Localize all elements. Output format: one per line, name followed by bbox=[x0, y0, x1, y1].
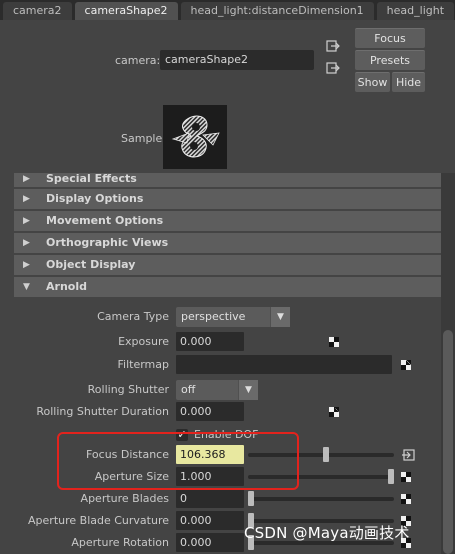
expand-arrow-icon: ▶ bbox=[23, 238, 30, 248]
collapse-arrow-icon: ▼ bbox=[23, 282, 30, 292]
camera-type-dropdown[interactable]: perspective ▼ bbox=[176, 307, 290, 327]
section-movement-options[interactable]: ▶ Movement Options bbox=[14, 211, 441, 231]
tab-camerashape2[interactable]: cameraShape2 bbox=[74, 2, 178, 20]
sample-swatch bbox=[163, 105, 227, 169]
show-button[interactable]: Show bbox=[355, 72, 390, 92]
section-arnold[interactable]: ▼ Arnold bbox=[14, 277, 441, 297]
checker-map-icon[interactable] bbox=[329, 337, 339, 347]
checker-map-icon[interactable] bbox=[401, 360, 411, 370]
filtermap-field[interactable] bbox=[176, 355, 392, 374]
highlight-annotation-box bbox=[57, 432, 299, 490]
sample-label: Sample bbox=[121, 132, 163, 145]
rolling-shutter-duration-field[interactable]: 0.000 bbox=[176, 402, 244, 421]
input-connection-icon[interactable] bbox=[401, 449, 415, 461]
exposure-label: Exposure bbox=[118, 335, 169, 348]
section-display-options[interactable]: ▶ Display Options bbox=[14, 189, 441, 209]
section-title: Display Options bbox=[46, 192, 144, 205]
exposure-field[interactable]: 0.000 bbox=[176, 332, 244, 351]
section-title: Movement Options bbox=[46, 214, 164, 227]
expand-arrow-icon: ▶ bbox=[23, 174, 30, 184]
checker-map-icon[interactable] bbox=[401, 494, 411, 504]
aperture-blade-curvature-label: Aperture Blade Curvature bbox=[28, 514, 169, 527]
rolling-shutter-value: off bbox=[181, 383, 196, 396]
section-title: Arnold bbox=[46, 280, 87, 293]
row-aperture-blades: Aperture Blades 0 bbox=[14, 489, 441, 509]
row-rolling-shutter: Rolling Shutter off ▼ bbox=[14, 380, 441, 400]
camera-type-value: perspective bbox=[181, 310, 246, 323]
aperture-blades-field[interactable]: 0 bbox=[176, 489, 244, 508]
dropdown-arrow-icon: ▼ bbox=[238, 380, 258, 400]
sample-render-image bbox=[171, 115, 220, 158]
camera-type-label: Camera Type bbox=[97, 310, 169, 323]
rolling-shutter-duration-label: Rolling Shutter Duration bbox=[36, 405, 169, 418]
scrollbar-thumb[interactable] bbox=[443, 330, 453, 554]
section-title: Special Effects bbox=[46, 173, 137, 185]
section-object-display[interactable]: ▶ Object Display bbox=[14, 255, 441, 275]
slider-knob[interactable] bbox=[323, 447, 329, 462]
section-title: Orthographic Views bbox=[46, 236, 169, 249]
row-camera-type: Camera Type perspective ▼ bbox=[14, 307, 441, 327]
dropdown-arrow-icon: ▼ bbox=[270, 307, 290, 327]
checker-map-icon[interactable] bbox=[329, 407, 339, 417]
aperture-rotation-label: Aperture Rotation bbox=[71, 536, 169, 549]
section-title: Object Display bbox=[46, 258, 136, 271]
tab-distance-dimension[interactable]: head_light:distanceDimension1 bbox=[180, 2, 374, 20]
rolling-shutter-label: Rolling Shutter bbox=[87, 383, 169, 396]
aperture-blade-curvature-field[interactable]: 0.000 bbox=[176, 511, 244, 530]
tab-camera2[interactable]: camera2 bbox=[3, 2, 72, 20]
tab-bar: camera2 cameraShape2 head_light:distance… bbox=[0, 0, 455, 20]
input-connection-icon[interactable] bbox=[326, 40, 340, 52]
output-connection-icon[interactable] bbox=[326, 62, 340, 74]
presets-button[interactable]: Presets bbox=[355, 50, 425, 70]
rolling-shutter-dropdown[interactable]: off ▼ bbox=[176, 380, 258, 400]
slider-knob[interactable] bbox=[248, 491, 254, 506]
row-exposure: Exposure 0.000 bbox=[14, 332, 441, 352]
checker-map-icon[interactable] bbox=[401, 472, 411, 482]
section-orthographic-views[interactable]: ▶ Orthographic Views bbox=[14, 233, 441, 253]
aperture-blades-slider[interactable] bbox=[248, 491, 394, 506]
expand-arrow-icon: ▶ bbox=[23, 216, 30, 226]
camera-name-field[interactable]: cameraShape2 bbox=[160, 50, 314, 70]
aperture-rotation-field[interactable]: 0.000 bbox=[176, 533, 244, 552]
hide-button[interactable]: Hide bbox=[392, 72, 425, 92]
expand-arrow-icon: ▶ bbox=[23, 194, 30, 204]
aperture-blades-label: Aperture Blades bbox=[80, 492, 169, 505]
focus-button[interactable]: Focus bbox=[355, 28, 425, 48]
expand-arrow-icon: ▶ bbox=[23, 260, 30, 270]
row-filtermap: Filtermap bbox=[14, 355, 441, 375]
section-special-effects[interactable]: ▶ Special Effects bbox=[14, 173, 441, 187]
slider-knob[interactable] bbox=[388, 469, 394, 484]
tab-head-light[interactable]: head_light bbox=[376, 2, 455, 20]
camera-label: camera: bbox=[115, 54, 161, 67]
watermark-text: CSDN @Maya动画技术 bbox=[244, 524, 410, 542]
row-rolling-shutter-duration: Rolling Shutter Duration 0.000 bbox=[14, 402, 441, 422]
filtermap-label: Filtermap bbox=[117, 358, 170, 371]
